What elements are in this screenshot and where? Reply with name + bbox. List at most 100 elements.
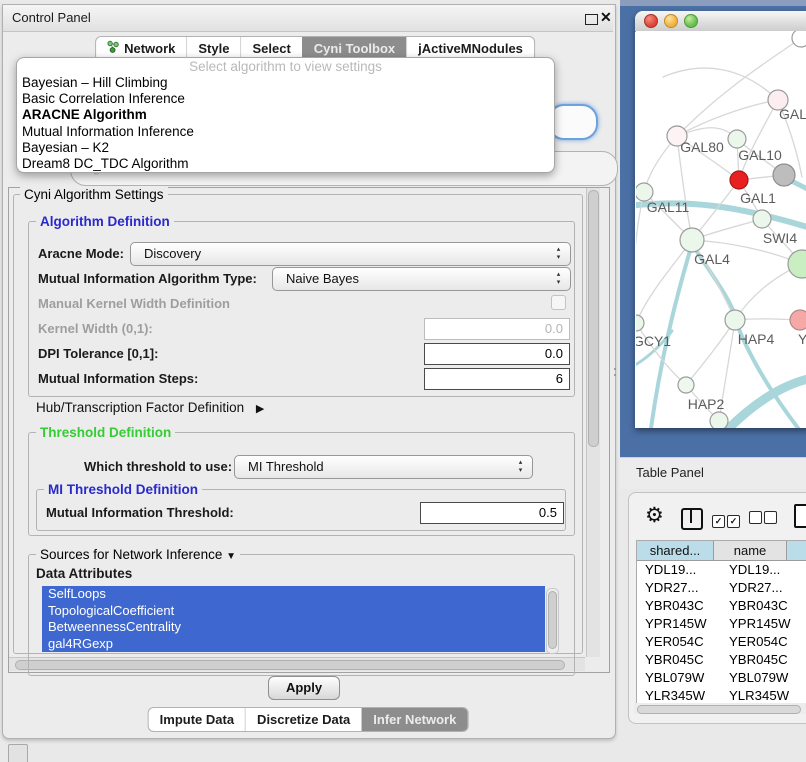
- mi-type-label: Mutual Information Algorithm Type:: [38, 271, 257, 286]
- split-column-icon[interactable]: [681, 508, 703, 530]
- table-cell[interactable]: YDR27...: [721, 579, 801, 597]
- network-node[interactable]: [730, 171, 748, 189]
- table-cell[interactable]: YPR145W: [637, 615, 721, 633]
- network-node[interactable]: [792, 31, 806, 47]
- spinner-icon[interactable]: ▴▾: [554, 271, 563, 287]
- network-node[interactable]: [725, 310, 745, 330]
- table-cell[interactable]: YLR345W: [721, 687, 801, 704]
- network-node[interactable]: [636, 315, 644, 331]
- network-window-titlebar[interactable]: [635, 11, 806, 32]
- table-cell[interactable]: 8.: [801, 633, 806, 651]
- table-row[interactable]: YBL079WYBL079W: [637, 669, 806, 687]
- bottom-tab-infer-network[interactable]: Infer Network: [361, 708, 467, 731]
- column-header-shared-name[interactable]: shared...: [637, 541, 714, 561]
- attribute-item-selected[interactable]: BetweennessCentrality: [42, 619, 545, 636]
- table-cell[interactable]: YLR345W: [637, 687, 721, 704]
- minimized-panel-button[interactable]: [8, 744, 28, 762]
- table-cell[interactable]: YER054C: [721, 633, 801, 651]
- aracne-mode-combo[interactable]: Discovery ▴▾: [130, 242, 571, 266]
- scrollbar-thumb[interactable]: [637, 705, 801, 714]
- sources-toggle[interactable]: Sources for Network Inference ▼: [36, 547, 240, 562]
- gear-icon[interactable]: ⚙: [645, 503, 664, 528]
- mi-threshold-field[interactable]: 0.5: [420, 502, 564, 524]
- network-node[interactable]: [710, 412, 728, 428]
- network-graph[interactable]: GALGAL80GAL10GAL1GAL11SWI4GAL4HAP4YGCY1H…: [636, 31, 806, 428]
- algorithm-option[interactable]: Basic Correlation Inference: [17, 91, 554, 107]
- settings-vertical-scrollbar[interactable]: [586, 188, 600, 657]
- table-row[interactable]: YDR27...YDR27...12: [637, 579, 806, 597]
- table-cell[interactable]: YER054C: [637, 633, 721, 651]
- bottom-tab-impute-data[interactable]: Impute Data: [149, 708, 245, 731]
- table-horizontal-scrollbar[interactable]: [634, 703, 806, 714]
- hub-definition-toggle[interactable]: Hub/Transcription Factor Definition ▶: [36, 400, 264, 415]
- table-cell[interactable]: YBR043C: [721, 597, 801, 615]
- kernel-width-field[interactable]: 0.0: [424, 318, 570, 340]
- network-node[interactable]: [753, 210, 771, 228]
- list-vertical-scrollbar[interactable]: [546, 588, 559, 654]
- table-cell[interactable]: 12: [801, 579, 806, 597]
- algorithm-option[interactable]: Dream8 DC_TDC Algorithm: [17, 156, 554, 172]
- table-row[interactable]: YPR145WYPR145W9.: [637, 615, 806, 633]
- table-cell[interactable]: YBR045C: [637, 651, 721, 669]
- network-node[interactable]: [728, 130, 746, 148]
- mi-steps-field[interactable]: 6: [424, 368, 570, 390]
- network-node[interactable]: [680, 228, 704, 252]
- table-cell[interactable]: 9.: [801, 687, 806, 704]
- attribute-item-selected[interactable]: gal4RGexp: [42, 636, 545, 653]
- mi-type-combo[interactable]: Naive Bayes ▴▾: [272, 267, 571, 291]
- zoom-traffic-light-icon[interactable]: [684, 14, 698, 28]
- close-icon[interactable]: ✕: [600, 9, 612, 26]
- table-cell[interactable]: YDR27...: [637, 579, 721, 597]
- unchecked-pair-icon[interactable]: [749, 511, 779, 529]
- table-cell[interactable]: YBL079W: [721, 669, 801, 687]
- algorithm-dropdown-list[interactable]: Select algorithm to view settings Bayesi…: [16, 57, 555, 173]
- attribute-item-selected[interactable]: SelfLoops: [42, 586, 545, 603]
- which-threshold-combo[interactable]: MI Threshold ▴▾: [234, 455, 533, 479]
- table-cell[interactable]: [801, 597, 806, 615]
- table-row[interactable]: YBR045CYBR045C9.: [637, 651, 806, 669]
- apply-button[interactable]: Apply: [268, 676, 340, 700]
- network-node[interactable]: [773, 164, 795, 186]
- attribute-item-selected[interactable]: TopologicalCoefficient: [42, 603, 545, 620]
- close-traffic-light-icon[interactable]: [644, 14, 658, 28]
- network-edge: [636, 240, 692, 323]
- network-node[interactable]: [790, 310, 806, 330]
- table-cell[interactable]: YBR043C: [637, 597, 721, 615]
- spinner-icon[interactable]: ▴▾: [554, 246, 563, 262]
- network-node[interactable]: [678, 377, 694, 393]
- table-cell[interactable]: YDL19...: [721, 561, 801, 579]
- float-window-icon[interactable]: [585, 14, 598, 25]
- minimize-traffic-light-icon[interactable]: [664, 14, 678, 28]
- checked-pair-icon[interactable]: ✓✓: [712, 511, 742, 529]
- panel-divider-grip[interactable]: [613, 366, 618, 378]
- table-row[interactable]: YBR043CYBR043C: [637, 597, 806, 615]
- data-attributes-list[interactable]: SelfLoopsTopologicalCoefficientBetweenne…: [42, 586, 545, 652]
- network-canvas[interactable]: GALGAL80GAL10GAL1GAL11SWI4GAL4HAP4YGCY1H…: [636, 31, 806, 428]
- table-cell[interactable]: [801, 669, 806, 687]
- column-header-name[interactable]: name: [714, 541, 787, 561]
- table-cell[interactable]: 9.: [801, 651, 806, 669]
- algorithm-option[interactable]: Bayesian – K2: [17, 140, 554, 156]
- bottom-tab-discretize-data[interactable]: Discretize Data: [245, 708, 361, 731]
- algorithm-option[interactable]: ARACNE Algorithm: [17, 107, 554, 123]
- algorithm-option[interactable]: Mutual Information Inference: [17, 124, 554, 140]
- table-row[interactable]: YLR345WYLR345W9.: [637, 687, 806, 704]
- table-cell[interactable]: YDL19...: [637, 561, 721, 579]
- table-cell[interactable]: 9.: [801, 615, 806, 633]
- manual-kernel-checkbox[interactable]: [551, 295, 566, 310]
- table-cell[interactable]: 13: [801, 561, 806, 579]
- column-header-extra[interactable]: [787, 541, 806, 561]
- table-row[interactable]: YDL19...YDL19...13: [637, 561, 806, 579]
- table-cell[interactable]: YPR145W: [721, 615, 801, 633]
- scrollbar-thumb[interactable]: [588, 190, 599, 447]
- algorithm-option[interactable]: Bayesian – Hill Climbing: [17, 75, 554, 91]
- scrollbar-thumb[interactable]: [548, 591, 557, 649]
- file-icon[interactable]: [794, 504, 806, 528]
- table-cell[interactable]: YBL079W: [637, 669, 721, 687]
- table-cell[interactable]: YBR045C: [721, 651, 801, 669]
- table-row[interactable]: YER054CYER054C8.: [637, 633, 806, 651]
- inference-algorithm-combo-fragment[interactable]: [548, 104, 598, 140]
- spinner-icon[interactable]: ▴▾: [516, 459, 525, 475]
- dpi-tolerance-field[interactable]: 0.0: [424, 343, 570, 365]
- network-node[interactable]: [788, 250, 806, 278]
